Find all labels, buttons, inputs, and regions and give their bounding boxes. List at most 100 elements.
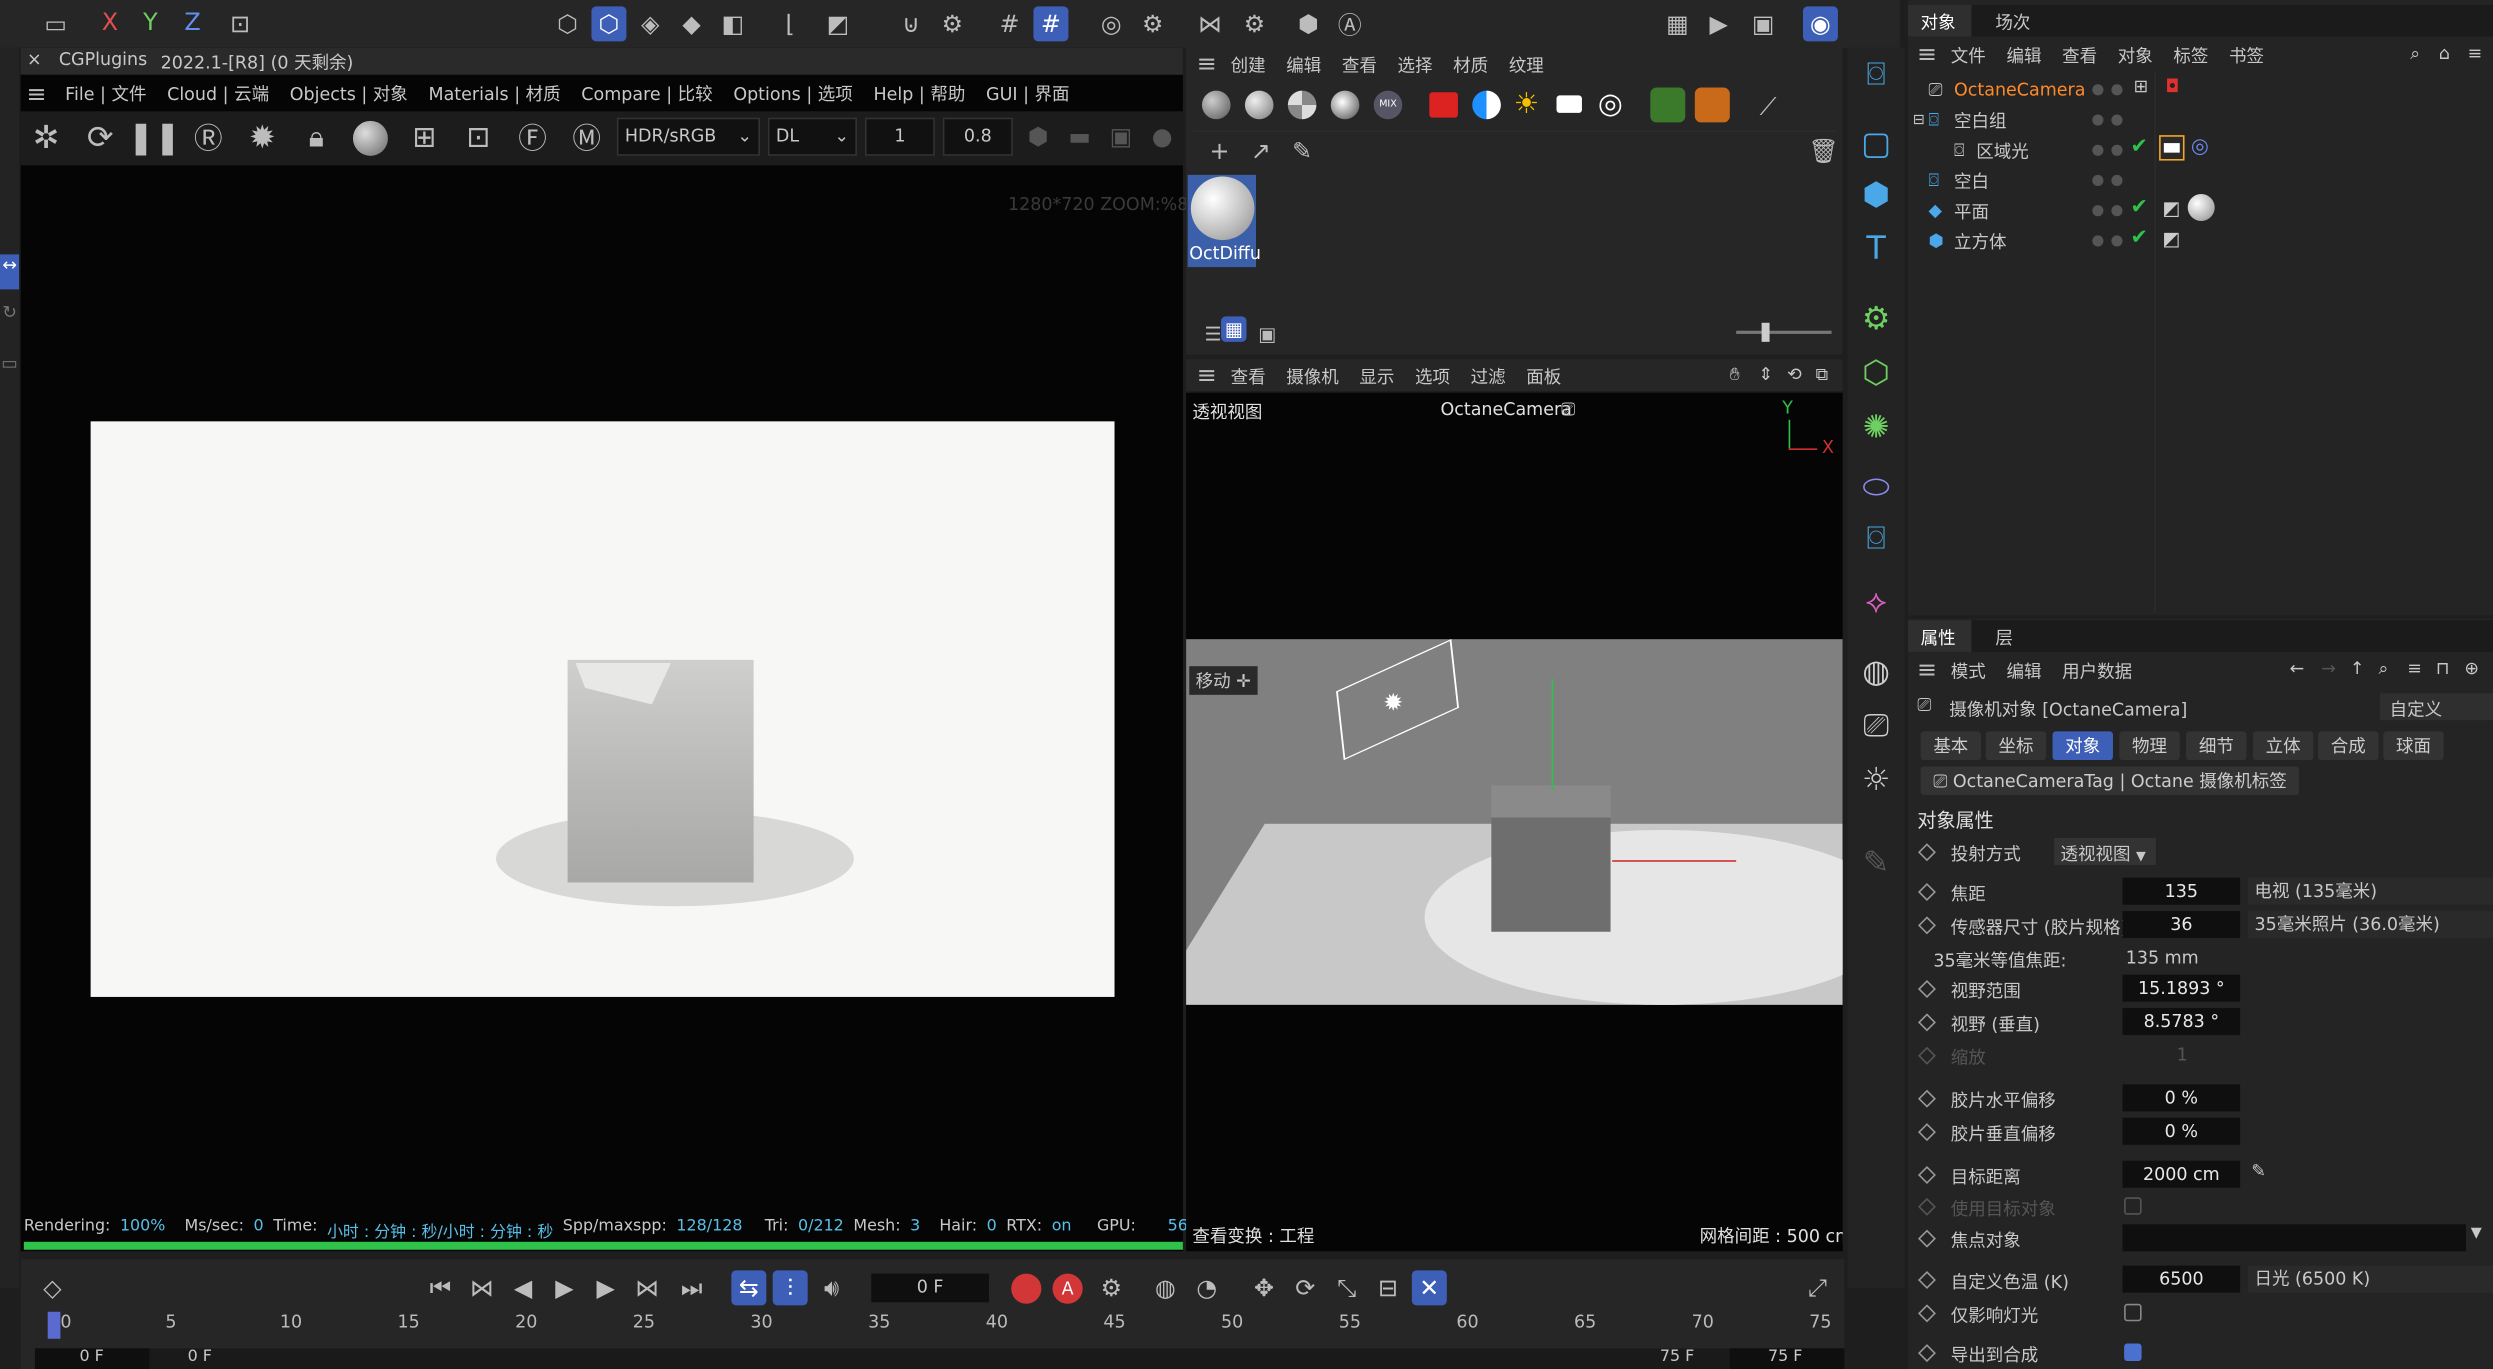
subtab-spherical[interactable]: 球面 <box>2383 731 2444 761</box>
range-start-inner[interactable]: 0 F <box>188 1348 212 1365</box>
menu-help[interactable]: Help | 帮助 <box>873 81 965 106</box>
vp-menu-panel[interactable]: 面板 <box>1526 364 1561 389</box>
points-mode-icon[interactable]: ◈ <box>633 6 668 41</box>
mat-menu-create[interactable]: 创建 <box>1231 52 1266 77</box>
mograph-icon[interactable]: ⬡ <box>1854 350 1899 395</box>
sensor-size-preset[interactable]: 35毫米照片 (36.0毫米) <box>2248 911 2493 939</box>
keyframe-icon[interactable] <box>1917 1089 1936 1108</box>
subtab-physical[interactable]: 物理 <box>2119 731 2180 761</box>
tab-takes[interactable]: 场次 <box>1995 10 2030 35</box>
range-bar[interactable] <box>34 1348 1845 1369</box>
keyframe-icon[interactable] <box>1917 1013 1936 1032</box>
octane-light-tag-icon[interactable] <box>2159 135 2185 161</box>
keyframe-icon[interactable] <box>1917 1270 1936 1289</box>
subtab-octane-tag[interactable]: ⎚ OctaneCameraTag | Octane 摄像机标签 <box>1920 766 2300 795</box>
keyframe-diamond-icon[interactable]: ◇ <box>35 1270 70 1305</box>
node-editor-icon[interactable]: ⟋ <box>1750 89 1785 124</box>
vp-menu-view[interactable]: 查看 <box>1231 364 1266 389</box>
visibility-dots[interactable] <box>2092 142 2130 161</box>
subtab-stereo[interactable]: 立体 <box>2252 731 2314 761</box>
viewport-canvas[interactable]: ✹ 透视视图 OctaneCamera ⎚ Y X 移动 ✛ 查看变换 : 工程… <box>1186 392 1843 1252</box>
sensor-size-input[interactable]: 36 <box>2122 911 2241 939</box>
search-icon[interactable]: ⌕ <box>2410 43 2420 65</box>
st-camera-icon[interactable]: ⎚ <box>1854 703 1899 748</box>
visibility-dots[interactable] <box>2092 202 2130 221</box>
texture-mode-icon[interactable]: ◩ <box>820 6 855 41</box>
metallic-material-icon[interactable] <box>1330 90 1360 120</box>
specular-material-icon[interactable] <box>1287 90 1317 120</box>
edges-mode-icon[interactable]: ◆ <box>674 6 709 41</box>
go-to-end-icon[interactable]: ⏭ <box>674 1270 709 1305</box>
maximize-icon[interactable]: ⧉ <box>1816 364 1828 386</box>
camera-icon[interactable]: ▣ <box>1103 119 1138 154</box>
subtab-details[interactable]: 细节 <box>2186 731 2247 761</box>
forward-arrow-icon[interactable]: → <box>2321 658 2336 679</box>
home-icon[interactable]: ⌂ <box>2439 43 2450 64</box>
zoom-slider-handle[interactable] <box>1761 322 1770 342</box>
phong-tag-icon[interactable]: ◩ <box>2162 197 2180 219</box>
focus-object-link[interactable] <box>2122 1224 2466 1252</box>
target-light-icon[interactable]: ◎ <box>1598 87 1623 120</box>
pick-mesh-icon[interactable]: Ⓜ <box>569 119 604 155</box>
pause-render-icon[interactable]: ❚❚ <box>128 118 181 156</box>
om-menu-file[interactable]: 文件 <box>1951 43 1986 68</box>
send-scene-icon[interactable]: ✲ <box>29 118 64 156</box>
color-mode-select[interactable]: HDR/sRGB ⌄ <box>616 117 760 156</box>
audio-scrub-icon[interactable]: ⫶ <box>772 1270 808 1306</box>
sun-icon[interactable]: ☀ <box>1514 87 1540 120</box>
loop-icon[interactable]: ⇆ <box>731 1270 767 1306</box>
auto-key-icon[interactable]: Ⓐ <box>1332 6 1367 41</box>
add-icon[interactable]: + <box>1202 134 1237 169</box>
play-icon[interactable]: ▶ <box>547 1270 582 1305</box>
hexagon-icon[interactable]: ⬢ <box>1021 119 1056 154</box>
range-end-field[interactable]: 75 F <box>1729 1348 1845 1369</box>
phong-tag-icon[interactable]: ◩ <box>2162 227 2180 249</box>
uv-mode-icon[interactable]: ⌊ <box>773 6 808 41</box>
polygons-mode-icon[interactable]: ◧ <box>715 6 750 41</box>
tab-layers[interactable]: 层 <box>1995 625 2012 650</box>
key-scale-icon[interactable]: ⤡ <box>1329 1270 1364 1305</box>
custom-dropdown[interactable]: 自定义 <box>2380 693 2493 721</box>
enabled-check-icon[interactable]: ✔ <box>2130 226 2147 250</box>
scale-tool-icon[interactable]: ▭ <box>0 353 19 388</box>
prev-key-icon[interactable]: ⋈ <box>464 1270 499 1305</box>
subtab-basic[interactable]: 基本 <box>1920 731 1982 761</box>
edit-icon[interactable]: ✎ <box>1854 840 1899 885</box>
affect-lights-checkbox[interactable] <box>2124 1303 2142 1322</box>
vp-menu-filter[interactable]: 过滤 <box>1471 364 1506 389</box>
mat-menu-texture[interactable]: 纹理 <box>1509 52 1544 77</box>
projection-select[interactable]: 透视视图 ▼ <box>2054 837 2156 865</box>
keyframe-icon[interactable] <box>1917 1229 1936 1248</box>
material-swatch[interactable]: OctDiffu <box>1187 174 1261 268</box>
octane-settings-icon[interactable]: ✹ <box>245 118 280 156</box>
octane-object-tag-icon[interactable]: ◎ <box>2191 135 2209 159</box>
vp-menu-display[interactable]: 显示 <box>1359 364 1394 389</box>
mat-menu-select[interactable]: 选择 <box>1398 52 1433 77</box>
hamburger-menu-icon[interactable]: ≡ <box>1913 655 1942 684</box>
new-panel-icon[interactable]: ⊕ <box>2464 658 2479 679</box>
enabled-check-icon[interactable]: ✔ <box>2130 135 2147 159</box>
close-icon[interactable]: × <box>27 49 42 70</box>
go-to-start-icon[interactable]: ⏮ <box>423 1270 458 1305</box>
next-frame-icon[interactable]: ▶ <box>588 1270 623 1305</box>
collapse-icon[interactable]: ⊟ <box>1913 112 1929 128</box>
octane-field-2[interactable]: 0.8 <box>942 117 1013 156</box>
circle-icon[interactable]: ● <box>1145 119 1180 154</box>
range-start-field[interactable]: 0 F <box>34 1348 150 1369</box>
subtab-composite[interactable]: 合成 <box>2318 731 2379 761</box>
filter-icon[interactable]: ≡ <box>2407 658 2422 679</box>
attr-menu-userdata[interactable]: 用户数据 <box>2062 658 2132 683</box>
timeline-window-icon[interactable]: ⤢ <box>1800 1270 1835 1305</box>
key-interp-icon[interactable]: ◍ <box>1148 1270 1183 1305</box>
visibility-dots[interactable] <box>2092 232 2130 251</box>
keyframe-icon[interactable] <box>1917 916 1936 935</box>
x-axis-handle[interactable] <box>1612 860 1737 862</box>
zoom-slider[interactable] <box>1736 322 1832 342</box>
vdb-icon[interactable] <box>1694 87 1730 123</box>
next-key-icon[interactable]: ⋈ <box>630 1270 665 1305</box>
render-view-icon[interactable]: ▶ <box>1701 6 1736 41</box>
symmetry-icon[interactable]: ⋈ <box>1192 6 1227 41</box>
pan-hand-icon[interactable]: ✋︎ <box>1730 364 1740 386</box>
grid-view-icon[interactable]: ▦ <box>1221 316 1247 342</box>
octane-camera-tag-icon[interactable]: ◘ <box>2165 76 2179 97</box>
